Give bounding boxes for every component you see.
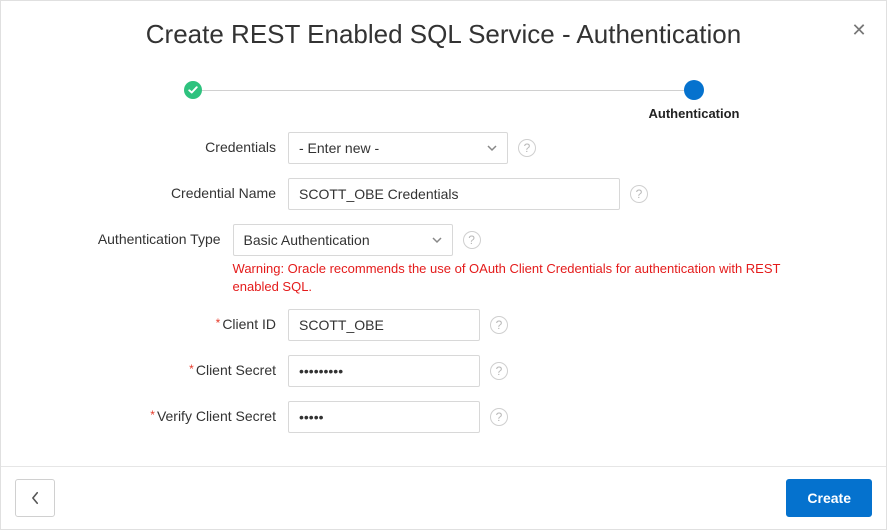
help-icon[interactable]: ?	[490, 408, 508, 426]
close-icon[interactable]: ✕	[850, 21, 868, 39]
chevron-left-icon	[31, 491, 40, 505]
row-client-secret: *Client Secret ?	[25, 355, 862, 387]
back-button[interactable]	[15, 479, 55, 517]
required-icon: *	[189, 362, 194, 376]
help-icon[interactable]: ?	[490, 316, 508, 334]
step-connector	[202, 90, 684, 91]
required-icon: *	[150, 408, 155, 422]
dialog-header: Create REST Enabled SQL Service - Authen…	[1, 1, 886, 58]
credential-name-input[interactable]	[288, 178, 620, 210]
dialog-title: Create REST Enabled SQL Service - Authen…	[25, 19, 862, 50]
row-credentials: Credentials - Enter new - ?	[25, 132, 862, 164]
client-secret-label: Client Secret	[196, 362, 276, 378]
row-verify-client-secret: *Verify Client Secret ?	[25, 401, 862, 433]
step-complete-icon	[184, 81, 202, 99]
auth-type-select[interactable]: Basic Authentication	[233, 224, 453, 256]
credentials-label: Credentials	[25, 132, 288, 155]
credential-name-label: Credential Name	[25, 178, 288, 201]
help-icon[interactable]: ?	[490, 362, 508, 380]
auth-type-label: Authentication Type	[25, 224, 233, 247]
dialog-footer: Create	[1, 466, 886, 529]
client-secret-input[interactable]	[288, 355, 480, 387]
auth-type-warning: Warning: Oracle recommends the use of OA…	[233, 260, 793, 295]
verify-client-secret-input[interactable]	[288, 401, 480, 433]
client-id-input[interactable]	[288, 309, 480, 341]
verify-client-secret-label: Verify Client Secret	[157, 408, 276, 424]
help-icon[interactable]: ?	[630, 185, 648, 203]
row-client-id: *Client ID ?	[25, 309, 862, 341]
create-button[interactable]: Create	[786, 479, 872, 517]
row-credential-name: Credential Name ?	[25, 178, 862, 210]
row-auth-type: Authentication Type Basic Authentication…	[25, 224, 862, 295]
credentials-select[interactable]: - Enter new -	[288, 132, 508, 164]
dialog-container: Create REST Enabled SQL Service - Authen…	[0, 0, 887, 530]
dialog-body: Credentials - Enter new - ? Credential N…	[1, 132, 886, 466]
step-active-label: Authentication	[649, 106, 740, 121]
step-active-dot	[684, 80, 704, 100]
client-id-label: Client ID	[222, 316, 276, 332]
help-icon[interactable]: ?	[463, 231, 481, 249]
wizard-stepper: Authentication	[184, 80, 704, 100]
required-icon: *	[216, 316, 221, 330]
help-icon[interactable]: ?	[518, 139, 536, 157]
